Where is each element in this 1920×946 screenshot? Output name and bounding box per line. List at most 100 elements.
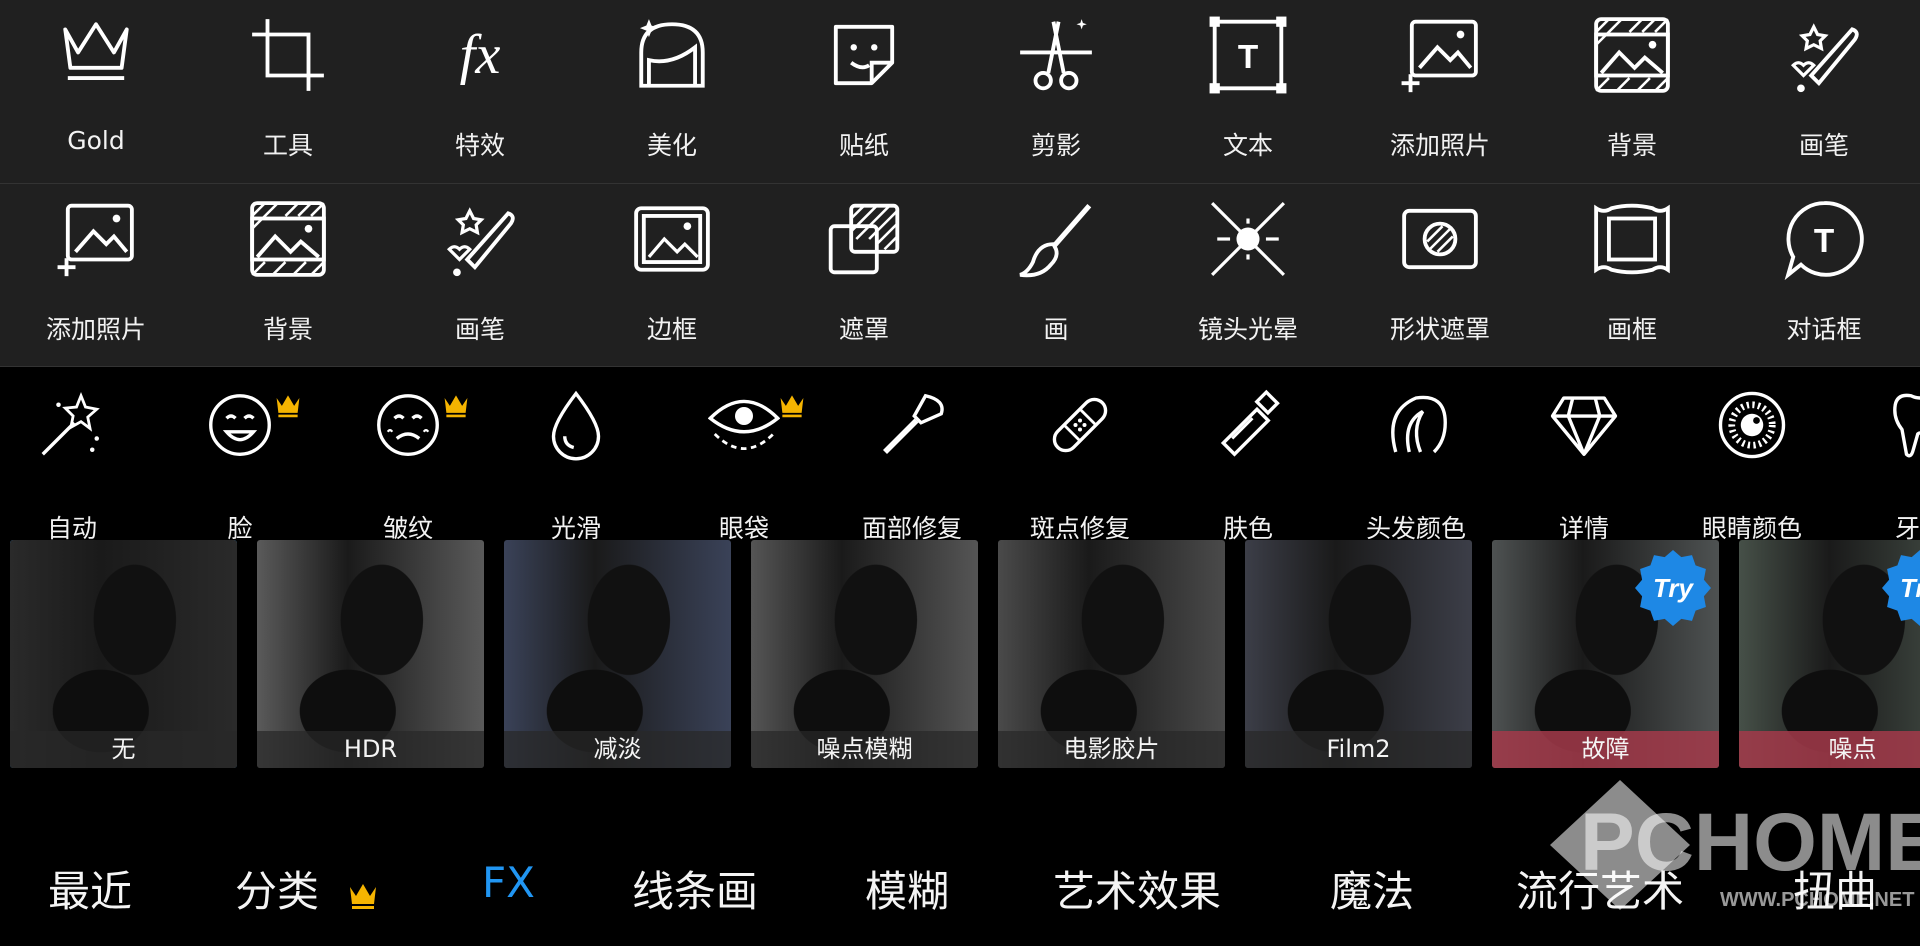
tool-text[interactable]: T 文本: [1152, 14, 1344, 174]
beauty-tool-droplet[interactable]: 光滑: [492, 389, 660, 543]
tooth-icon: [1893, 393, 1920, 458]
tool-fx[interactable]: fx 特效: [384, 14, 576, 174]
category-tab[interactable]: 模糊: [865, 858, 949, 919]
effect-thumbnail[interactable]: 噪点模糊: [751, 540, 978, 768]
beauty-tool-iris[interactable]: 眼睛颜色: [1668, 389, 1836, 543]
tool-background[interactable]: 背景: [1536, 14, 1728, 174]
svg-text:T: T: [1238, 39, 1258, 76]
add-photo-icon: [1401, 19, 1478, 93]
category-tab[interactable]: 分类: [235, 858, 379, 919]
effect-label: Film2: [1245, 731, 1472, 768]
category-tab-label: FX: [482, 858, 535, 907]
beauty-tool-hair[interactable]: 头发颜色: [1332, 389, 1500, 543]
tube-icon: [1220, 389, 1280, 457]
category-tab-label: 魔法: [1330, 867, 1415, 916]
effect-label: 故障: [1492, 731, 1719, 768]
lens-flare-icon: [1210, 201, 1286, 277]
try-badge: Try: [1882, 550, 1920, 626]
beauty-tool-makeup-brush[interactable]: 面部修复: [828, 389, 996, 543]
tool-mask[interactable]: 遮罩: [768, 198, 960, 358]
brush-icon: [1790, 23, 1859, 93]
beauty-tool-diamond[interactable]: 详情: [1500, 389, 1668, 543]
tool-scissors[interactable]: 剪影: [960, 14, 1152, 174]
tool-label: Gold: [67, 126, 125, 155]
try-badge-label: Try: [1653, 573, 1695, 603]
crown-icon: [63, 22, 129, 80]
effect-thumbnail[interactable]: Film2: [1245, 540, 1472, 768]
try-badge-label: Try: [1900, 573, 1920, 603]
beauty-tool-tooth[interactable]: 牙齿: [1836, 389, 1920, 543]
effect-thumbnail[interactable]: 无: [10, 540, 237, 768]
tool-label: 背景: [1606, 131, 1657, 160]
category-tab[interactable]: 扭曲: [1793, 858, 1877, 919]
droplet-icon: [551, 390, 601, 461]
effect-thumbnail[interactable]: 电影胶片: [998, 540, 1225, 768]
effect-thumbnail[interactable]: 减淡: [504, 540, 731, 768]
fx-icon: fx: [460, 24, 501, 86]
effect-thumbnail[interactable]: HDR: [257, 540, 484, 768]
premium-crown-icon: [276, 395, 300, 418]
tool-label: 对话框: [1786, 315, 1862, 344]
tool-brush[interactable]: 画笔: [384, 198, 576, 358]
effect-label: HDR: [257, 731, 484, 768]
tool-label: 美化: [646, 131, 697, 160]
tool-lens-flare[interactable]: 镜头光晕: [1152, 198, 1344, 358]
effect-label: 电影胶片: [998, 731, 1225, 768]
effect-category-tabs: 最近 分类 FX 线条画 模糊 艺术效果 魔法 流行艺术 扭曲: [0, 820, 1920, 946]
svg-text:T: T: [1814, 223, 1834, 260]
category-tab[interactable]: 线条画: [632, 858, 758, 919]
beauty-tool-magic-wand[interactable]: 自动: [0, 389, 156, 543]
beauty-tool-wrinkle-face[interactable]: 皱纹: [324, 389, 492, 543]
beauty-tool-bandage[interactable]: 斑点修复: [996, 389, 1164, 543]
tool-label: 工具: [262, 131, 313, 160]
category-tab[interactable]: 艺术效果: [1053, 858, 1221, 919]
category-tab[interactable]: FX: [482, 858, 535, 907]
effect-label: 噪点: [1739, 731, 1920, 768]
speech-bubble-icon: T: [1784, 201, 1864, 280]
tool-border[interactable]: 边框: [576, 198, 768, 358]
tool-frame[interactable]: 画框: [1536, 198, 1728, 358]
tool-background[interactable]: 背景: [192, 198, 384, 358]
makeup-brush-icon: [883, 393, 944, 454]
effect-thumbnail[interactable]: 故障 Try: [1492, 540, 1719, 768]
tool-beautify-face[interactable]: 美化: [576, 14, 768, 174]
tool-crown[interactable]: Gold: [0, 14, 192, 174]
smile-face-icon: [209, 394, 271, 456]
eye-bag-icon: [707, 399, 781, 450]
background-icon: [250, 201, 326, 277]
tool-paintbrush[interactable]: 画: [960, 198, 1152, 358]
mask-icon: [828, 203, 900, 275]
beauty-tool-eye-bag[interactable]: 眼袋: [660, 389, 828, 543]
tool-speech-bubble[interactable]: T 对话框: [1728, 198, 1920, 358]
tool-brush[interactable]: 画笔: [1728, 14, 1920, 174]
tool-add-photo[interactable]: 添加照片: [1344, 14, 1536, 174]
tool-shape-mask[interactable]: 形状遮罩: [1344, 198, 1536, 358]
beautify-face-icon: [639, 19, 705, 88]
tool-label: 形状遮罩: [1389, 315, 1490, 344]
category-tab-label: 模糊: [865, 867, 950, 916]
tool-label: 画框: [1606, 315, 1657, 344]
category-tab-label: 分类: [235, 867, 320, 916]
tool-label: 添加照片: [1389, 131, 1490, 160]
tool-crop[interactable]: 工具: [192, 14, 384, 174]
text-icon: T: [1209, 16, 1287, 94]
tool-label: 添加照片: [45, 315, 146, 344]
category-tab-label: 流行艺术: [1516, 867, 1685, 916]
beauty-tool-smile-face[interactable]: 脸: [156, 389, 324, 543]
effect-label: 噪点模糊: [751, 731, 978, 768]
effect-thumbnail[interactable]: 噪点 Try: [1739, 540, 1920, 768]
tool-label: 画: [1043, 315, 1069, 344]
beauty-tool-tube[interactable]: 肤色: [1164, 389, 1332, 543]
try-badge: Try: [1635, 550, 1711, 626]
category-tab[interactable]: 流行艺术: [1516, 858, 1684, 919]
magic-wand-icon: [41, 391, 100, 456]
category-tab[interactable]: 魔法: [1330, 858, 1414, 919]
premium-crown-icon: [350, 883, 377, 909]
beauty-tools-strip: 自动脸皱纹光滑眼袋面部修复斑点修复肤色头发颜色详情眼睛颜色牙齿: [0, 367, 1920, 543]
tool-add-photo[interactable]: 添加照片: [0, 198, 192, 358]
bandage-icon: [1052, 397, 1108, 453]
wrinkle-face-icon: [377, 394, 439, 456]
category-tab-label: 艺术效果: [1053, 867, 1222, 916]
category-tab[interactable]: 最近: [48, 858, 132, 919]
tool-sticker[interactable]: 贴纸: [768, 14, 960, 174]
